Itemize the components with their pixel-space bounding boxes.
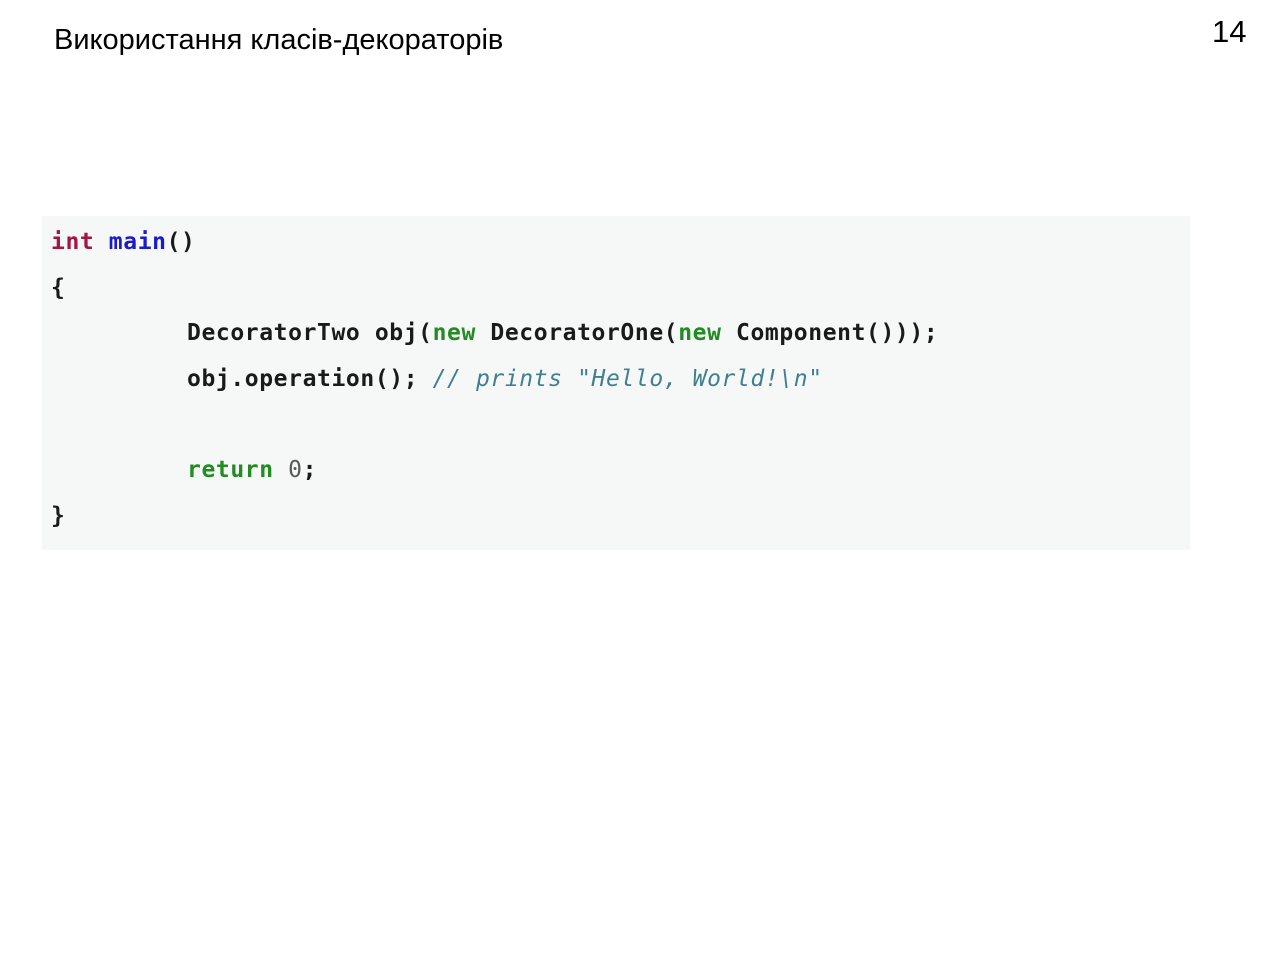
code-text: Component())); [721,320,939,347]
code-comment: // prints "Hello, World!\n" [432,366,823,393]
code-text: () [166,229,196,255]
code-block: int main() { DecoratorTwo obj(new Decora… [42,216,1190,550]
number-literal: 0 [273,457,303,484]
new-keyword: new [432,320,476,347]
code-line-7: } [51,499,1190,545]
code-text: DecoratorOne( [475,320,679,347]
code-line-2: { [51,271,1190,317]
slide-title: Використання класів-декораторів [54,24,504,56]
return-keyword: return [187,457,274,484]
code-text: ; [302,457,318,484]
code-text: obj.operation(); [187,366,433,393]
new-keyword: new [678,320,722,347]
slide-number: 14 [1212,14,1247,49]
code-text: { [51,274,66,301]
code-line-6: return 0; [51,453,1190,499]
code-line-3: DecoratorTwo obj(new DecoratorOne(new Co… [51,316,1190,362]
type-keyword: int [51,229,95,255]
code-text: DecoratorTwo obj( [187,320,433,347]
code-line-4: obj.operation(); // prints "Hello, World… [51,362,1190,408]
function-name: main [108,229,167,255]
code-line-1: int main() [51,225,1190,271]
code-text: } [51,503,66,530]
